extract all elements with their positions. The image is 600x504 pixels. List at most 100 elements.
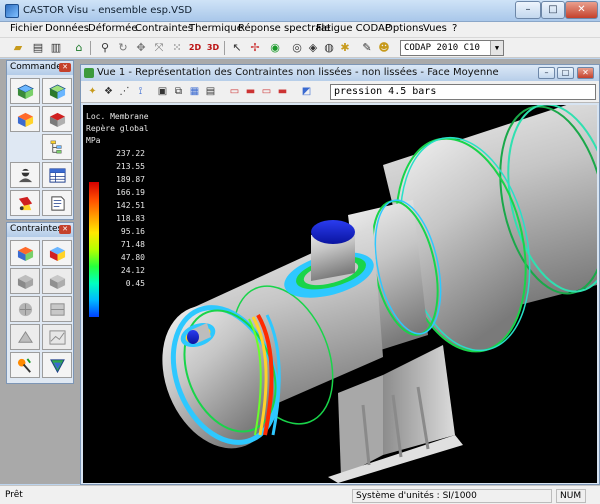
stress-vonmises-button[interactable] bbox=[42, 296, 72, 322]
toolbar-separator bbox=[90, 41, 91, 55]
print-view-icon[interactable]: ▤ bbox=[204, 85, 217, 98]
palette-icon[interactable]: ◩ bbox=[300, 85, 313, 98]
chevron-down-icon[interactable]: ▼ bbox=[490, 41, 503, 55]
camera-icon[interactable]: ▣ bbox=[156, 85, 169, 98]
commandes-palette: Commandes ✕ bbox=[6, 60, 74, 220]
stress-bending-icon bbox=[49, 246, 66, 262]
view-title-bar: Vue 1 - Représentation des Contraintes n… bbox=[81, 65, 599, 81]
group-icon[interactable]: ◎ bbox=[290, 41, 304, 55]
menu-fichier[interactable]: Fichier bbox=[10, 23, 43, 34]
face-inner-icon[interactable]: ▭ bbox=[228, 85, 241, 98]
close-button[interactable]: ✕ bbox=[565, 1, 598, 19]
export-icon bbox=[50, 359, 65, 374]
person-icon bbox=[18, 168, 33, 183]
menu-thermique[interactable]: Thermique bbox=[189, 23, 243, 34]
pan-icon[interactable]: ✥ bbox=[134, 41, 148, 55]
cmd-spectral-button[interactable] bbox=[10, 162, 40, 188]
face-outer-icon[interactable]: ▭ bbox=[260, 85, 273, 98]
view-close-button[interactable]: ✕ bbox=[577, 67, 594, 79]
zoom-icon[interactable]: ⚲ bbox=[98, 41, 112, 55]
label-icon[interactable]: ◍ bbox=[322, 41, 336, 55]
app-icon bbox=[5, 4, 19, 18]
select-icon[interactable]: ◈ bbox=[306, 41, 320, 55]
probe-icon bbox=[17, 358, 31, 373]
stress-graph-button[interactable] bbox=[42, 324, 72, 350]
wireframe-icon[interactable]: ⋰ bbox=[118, 85, 131, 98]
rotate-icon[interactable]: ↻ bbox=[116, 41, 130, 55]
menu-contraintes[interactable]: Contraintes bbox=[135, 23, 193, 34]
menu-options[interactable]: Options bbox=[385, 23, 424, 34]
face-middle-icon[interactable]: ▬ bbox=[244, 85, 257, 98]
code-select[interactable]: CODAP 2010 C10 ▼ bbox=[400, 40, 504, 56]
copy-image-icon[interactable]: ⧉ bbox=[172, 85, 185, 98]
contraintes-palette-header: Contraintes ✕ bbox=[7, 223, 73, 237]
light-bulb-icon[interactable]: ✦ bbox=[86, 85, 99, 98]
mesh-3d-icon bbox=[17, 84, 34, 100]
view-maximize-button[interactable]: □ bbox=[557, 67, 574, 79]
status-message: Prêt bbox=[5, 490, 23, 500]
stress-probe-button[interactable] bbox=[10, 352, 40, 378]
cmd-report-button[interactable] bbox=[42, 190, 72, 216]
view-minimize-button[interactable]: – bbox=[538, 67, 555, 79]
stress-shear-button[interactable] bbox=[10, 268, 40, 294]
settings-icon[interactable]: ✱ bbox=[338, 41, 352, 55]
element-icon[interactable]: ◉ bbox=[268, 41, 282, 55]
status-num: NUM bbox=[556, 489, 586, 503]
tool-icon[interactable]: ✎ bbox=[360, 41, 374, 55]
report-document-icon bbox=[51, 196, 65, 211]
menu-vues[interactable]: Vues bbox=[423, 23, 447, 34]
report-icon[interactable]: ☻ bbox=[377, 41, 391, 55]
main-toolbar: ▰ ▤ ▥ ⌂ ⚲ ↻ ✥ ⤧ ⁙ 2D 3D ↖ ✢ ◉ ◎ ◈ ◍ ✱ ✎ … bbox=[0, 38, 600, 58]
menu-donnees[interactable]: Données bbox=[45, 23, 89, 34]
title-bar: CASTOR Visu - ensemble esp.VSD – □ ✕ bbox=[0, 0, 600, 22]
menu-fatigue-codap[interactable]: Fatigue CODAP bbox=[316, 23, 391, 34]
menu-bar: Fichier Données Déformée Contraintes The… bbox=[0, 22, 600, 38]
commandes-palette-header: Commandes ✕ bbox=[7, 61, 73, 75]
fit-icon[interactable]: ⤧ bbox=[152, 41, 166, 55]
cmd-thermal-button[interactable] bbox=[42, 106, 72, 132]
stress-tresca-icon bbox=[18, 302, 33, 317]
toolbar-separator bbox=[224, 41, 225, 55]
deformed-mesh-icon bbox=[49, 84, 66, 100]
cmd-deformed-button[interactable] bbox=[42, 78, 72, 104]
face-all-icon[interactable]: ▬ bbox=[276, 85, 289, 98]
close-icon[interactable]: ✕ bbox=[59, 63, 71, 72]
cmd-stress-button[interactable] bbox=[10, 106, 40, 132]
cmd-mesh-button[interactable] bbox=[10, 78, 40, 104]
cmd-tree-button[interactable] bbox=[42, 134, 72, 160]
stress-bending-button[interactable] bbox=[42, 240, 72, 266]
close-icon[interactable]: ✕ bbox=[59, 225, 71, 234]
stress-peak-icon bbox=[49, 274, 66, 290]
stress-vonmises-icon bbox=[50, 303, 65, 316]
commandes-palette-title: Commandes bbox=[10, 62, 67, 72]
code-select-value: CODAP 2010 C10 bbox=[404, 43, 480, 53]
menu-deformee[interactable]: Déformée bbox=[88, 23, 137, 34]
axes-icon[interactable]: ⟟ bbox=[134, 85, 147, 98]
menu-help[interactable]: ? bbox=[452, 23, 457, 34]
stress-peak-button[interactable] bbox=[42, 268, 72, 294]
maximize-button[interactable]: □ bbox=[541, 1, 565, 19]
open-folder-icon[interactable]: ▰ bbox=[11, 41, 25, 55]
stress-section-button[interactable] bbox=[10, 324, 40, 350]
stress-tresca-button[interactable] bbox=[10, 296, 40, 322]
stress-membrane-icon bbox=[17, 246, 34, 262]
view-2d-icon[interactable]: 2D bbox=[188, 41, 202, 55]
cmd-table-button[interactable] bbox=[42, 162, 72, 188]
load-case-value: pression 4.5 bars bbox=[334, 86, 437, 97]
stress-export-button[interactable] bbox=[42, 352, 72, 378]
shading-icon[interactable]: ❖ bbox=[102, 85, 115, 98]
load-case-field[interactable]: pression 4.5 bars bbox=[330, 84, 596, 100]
print-preview-icon[interactable]: ▥ bbox=[49, 41, 63, 55]
mesh-icon[interactable]: ⁙ bbox=[170, 41, 184, 55]
window-title: CASTOR Visu - ensemble esp.VSD bbox=[23, 5, 193, 16]
print-icon[interactable]: ▤ bbox=[31, 41, 45, 55]
home-icon[interactable]: ⌂ bbox=[72, 41, 86, 55]
minimize-button[interactable]: – bbox=[515, 1, 541, 19]
view-canvas[interactable]: Loc. Membrane Repère global MPa 237.22 2… bbox=[83, 105, 597, 483]
node-icon[interactable]: ✢ bbox=[248, 41, 262, 55]
cmd-fatigue-button[interactable] bbox=[10, 190, 40, 216]
stress-membrane-button[interactable] bbox=[10, 240, 40, 266]
pointer-icon[interactable]: ↖ bbox=[230, 41, 244, 55]
view-3d-icon[interactable]: 3D bbox=[206, 41, 220, 55]
layers-icon[interactable]: ▦ bbox=[188, 85, 201, 98]
